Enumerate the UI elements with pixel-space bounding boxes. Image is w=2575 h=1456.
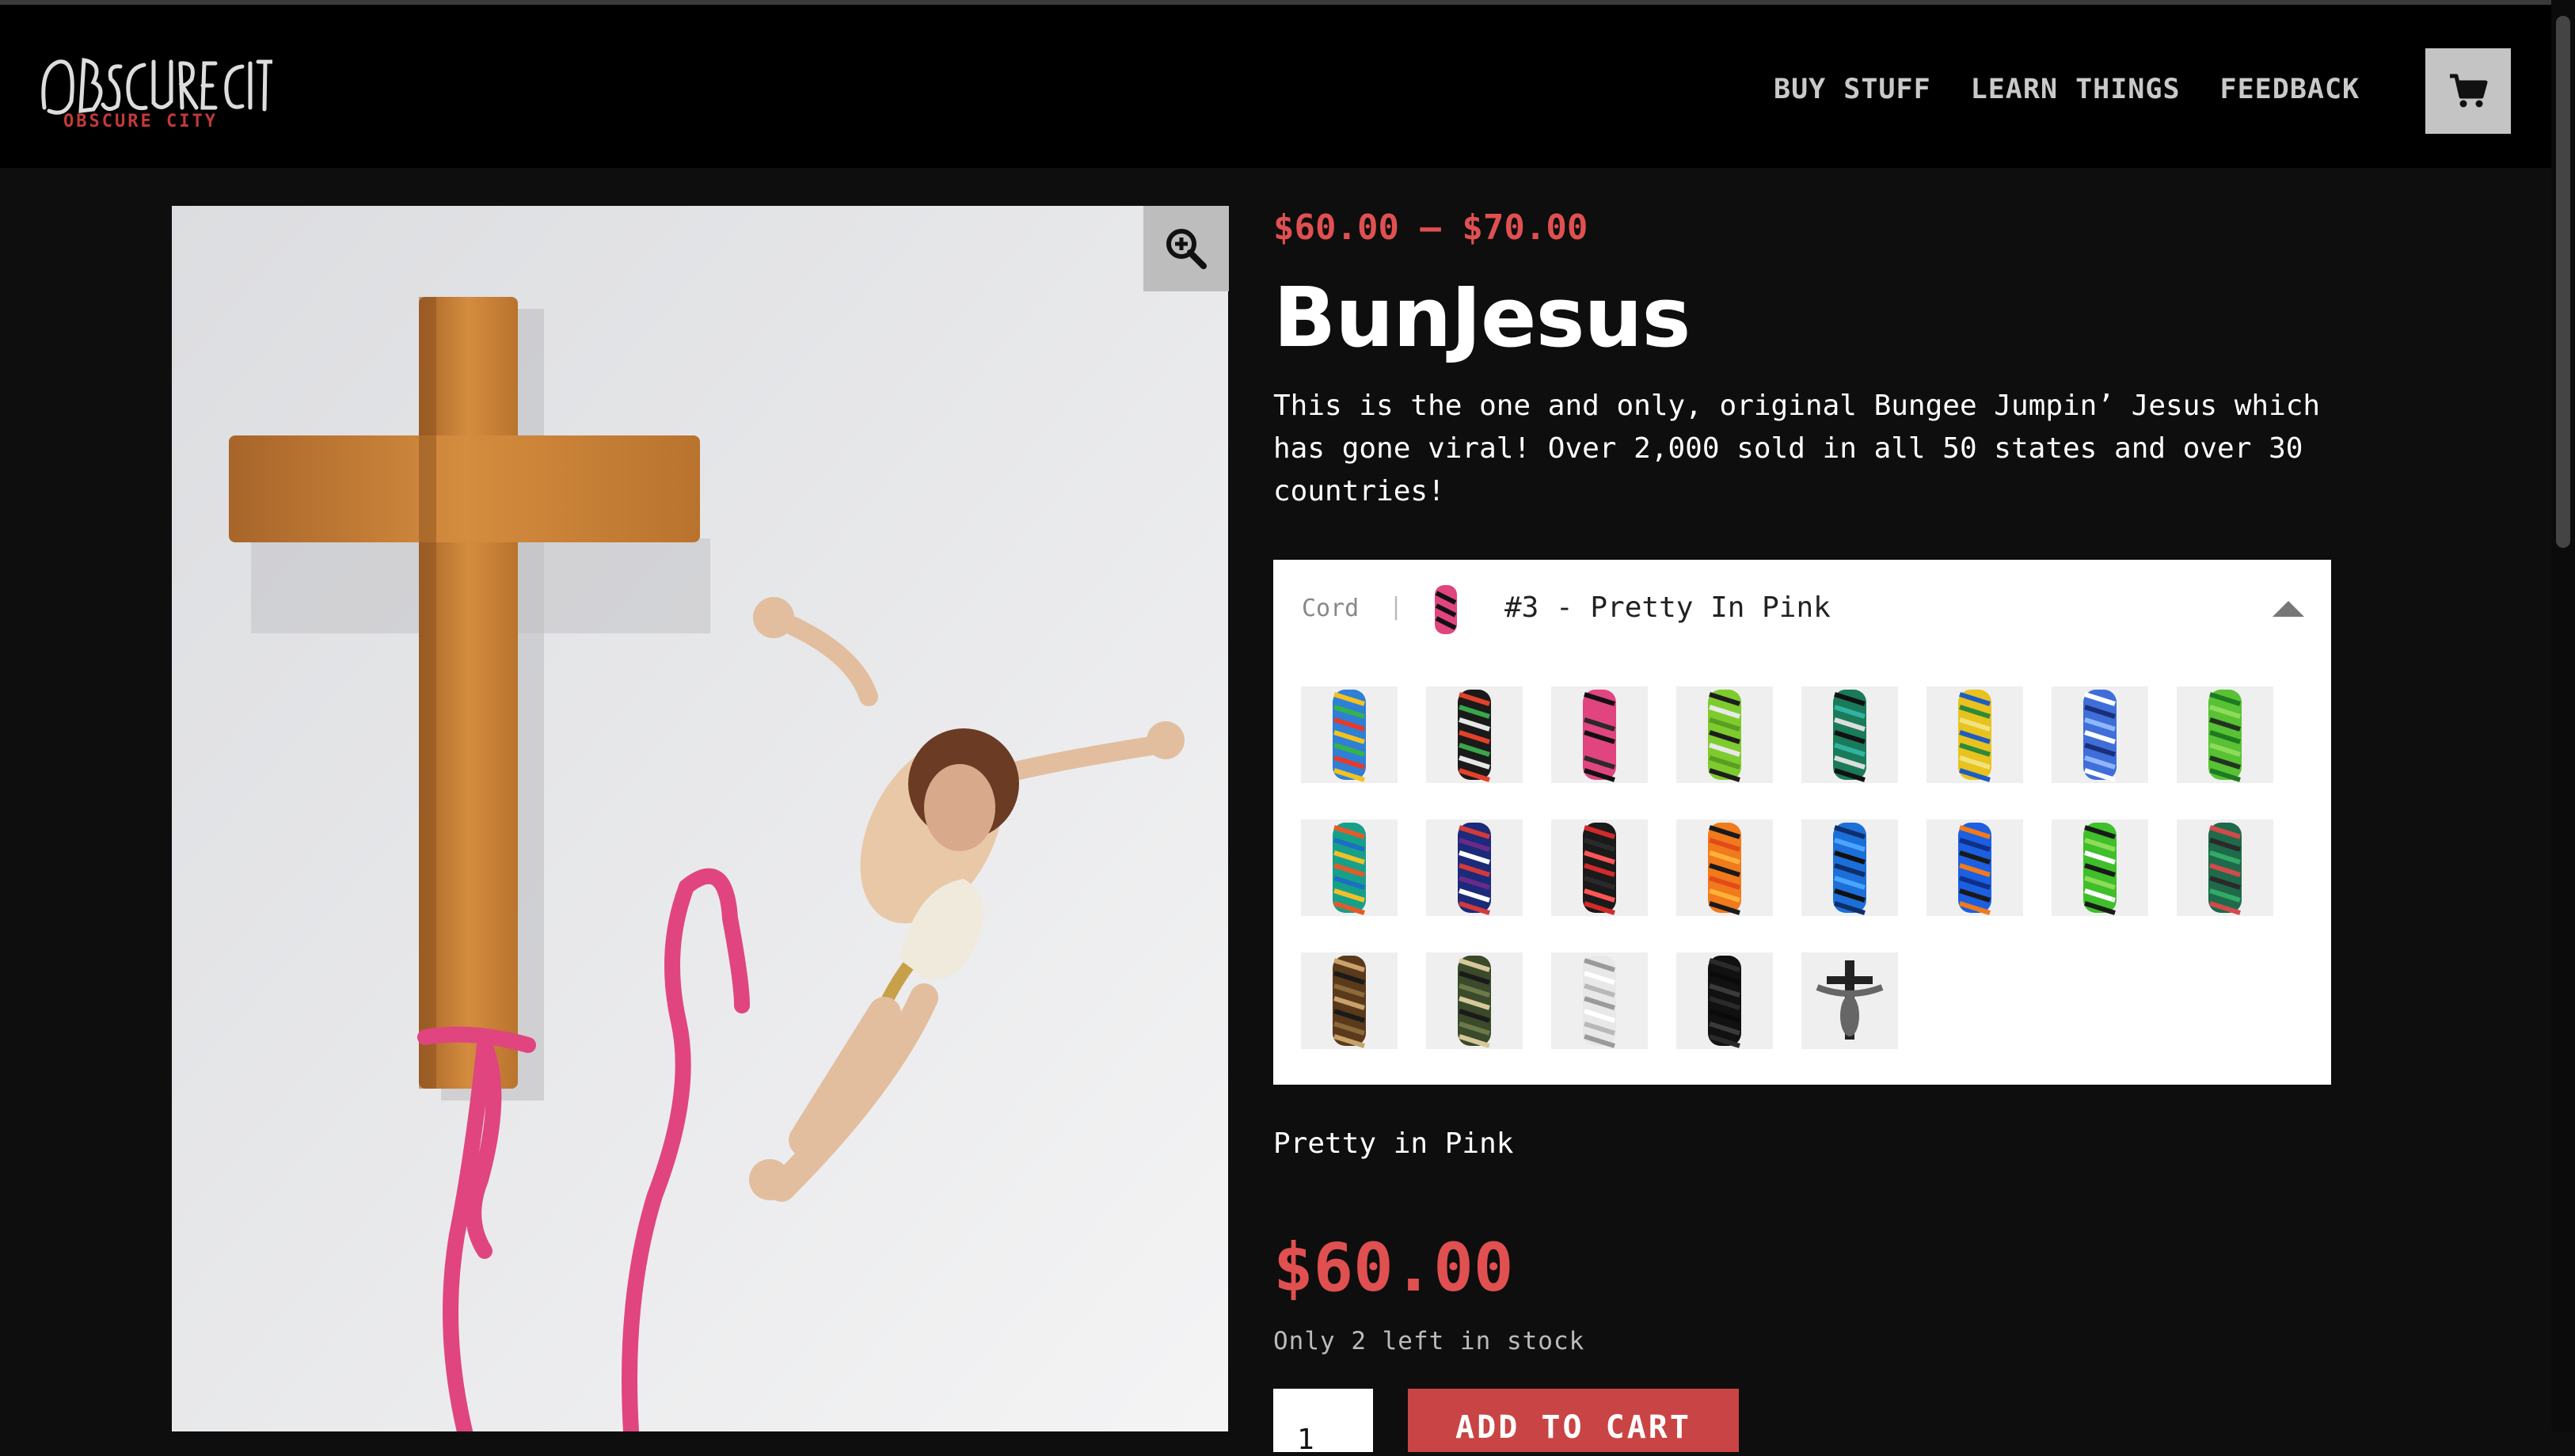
cord-swatch[interactable] xyxy=(2052,686,2148,783)
page-scrollbar[interactable] xyxy=(2551,0,2575,1431)
zoom-button[interactable] xyxy=(1143,206,1229,291)
product-photo xyxy=(172,206,1228,1431)
variation-label: Cord xyxy=(1302,595,1360,622)
selected-variation-name: Pretty in Pink xyxy=(1273,1127,1514,1160)
cord-swatch[interactable] xyxy=(1551,686,1648,783)
cart-icon xyxy=(2450,74,2488,108)
cord-variation-selector: Cord | #3 - Pretty In Pink xyxy=(1273,560,2331,1085)
cord-swatch[interactable] xyxy=(1426,686,1523,783)
cord-swatch[interactable] xyxy=(1676,819,1773,916)
product-title: BunJesus xyxy=(1273,269,1691,366)
product-price: $60.00 xyxy=(1273,1229,1514,1306)
cord-swatch[interactable] xyxy=(1926,686,2023,783)
selected-swatch-thumbnail xyxy=(1417,582,1473,637)
variation-selected-value: #3 - Pretty In Pink xyxy=(1504,591,1831,624)
cord-swatch[interactable] xyxy=(1926,819,2023,916)
logo-subtext: OBSCURE CITY xyxy=(63,112,218,131)
nav-buy-stuff[interactable]: BUY STUFF xyxy=(1774,74,1931,105)
product-image[interactable] xyxy=(172,206,1228,1431)
cord-swatch[interactable] xyxy=(1301,686,1398,783)
nav-feedback[interactable]: FEEDBACK xyxy=(2220,74,2360,105)
cord-swatch[interactable] xyxy=(2177,686,2273,783)
cart-button[interactable] xyxy=(2425,48,2511,134)
cord-swatch[interactable] xyxy=(1301,952,1398,1049)
caret-up-icon[interactable] xyxy=(2273,601,2304,617)
main-nav: BUY STUFF LEARN THINGS FEEDBACK xyxy=(1774,70,2360,109)
cord-swatch[interactable] xyxy=(1551,819,1648,916)
cord-swatch[interactable] xyxy=(1426,952,1523,1049)
cord-swatch[interactable] xyxy=(1426,819,1523,916)
nav-learn-things[interactable]: LEARN THINGS xyxy=(1971,74,2181,105)
cord-swatch[interactable] xyxy=(2177,819,2273,916)
cord-swatch[interactable] xyxy=(1551,952,1648,1049)
cord-swatch[interactable] xyxy=(2052,819,2148,916)
variation-dropdown-header[interactable]: Cord | #3 - Pretty In Pink xyxy=(1273,560,2331,655)
site-header: OBSCURE CITY BUY STUFF LEARN THINGS FEED… xyxy=(0,5,2575,168)
variation-separator: | xyxy=(1389,593,1404,621)
cord-swatch[interactable] xyxy=(1801,819,1898,916)
price-range: $60.00 – $70.00 xyxy=(1273,207,1588,248)
cord-swatch[interactable] xyxy=(1801,686,1898,783)
cord-swatch[interactable] xyxy=(1676,686,1773,783)
cord-swatch[interactable] xyxy=(1301,819,1398,916)
zoom-in-icon xyxy=(1166,229,1207,269)
site-logo[interactable]: OBSCURE CITY xyxy=(35,44,275,138)
cord-swatch[interactable] xyxy=(1801,952,1898,1049)
scrollbar-thumb[interactable] xyxy=(2556,16,2570,548)
stock-status: Only 2 left in stock xyxy=(1273,1327,1585,1355)
cord-swatch[interactable] xyxy=(1676,952,1773,1049)
add-to-cart-button[interactable]: ADD TO CART xyxy=(1408,1389,1739,1452)
product-description: This is the one and only, original Bunge… xyxy=(1273,390,2321,508)
logo-graphic: OBSCURE CITY xyxy=(41,58,275,131)
quantity-input[interactable]: 1 xyxy=(1273,1389,1373,1456)
